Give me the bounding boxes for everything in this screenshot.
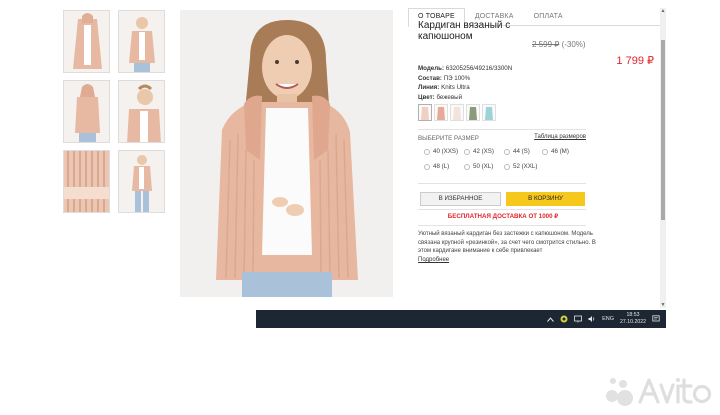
system-tray: ENG 18:53 27.10.2022 [546,310,660,328]
thumbnail-5[interactable] [63,150,110,213]
divider [418,225,586,226]
model-label: Модель: [418,65,445,72]
scrollbar-thumb[interactable] [661,40,665,220]
radio-icon [504,163,510,170]
divider [418,183,586,184]
color-swatch[interactable] [466,104,480,121]
model-value: 63205256/49216/3300N [445,65,513,72]
app-tray-icon[interactable] [560,315,568,323]
thumbnail-1[interactable] [63,10,110,73]
composition-value: ПЭ 100% [443,74,471,82]
size-label: 48 (L) [433,163,450,170]
radio-icon [464,148,470,155]
size-heading: ВЫБЕРИТЕ РАЗМЕР Таблица размеров [418,134,586,142]
discount-percent: (-30%) [561,40,586,49]
radio-icon [464,163,470,170]
screenshot-stage: О ТОВАРЕ ДОСТАВКА ОПЛАТА Кардиган вязаны… [0,0,720,415]
clock-time: 18:53 [626,312,640,318]
divider [418,209,586,210]
size-label: 52 (XXL) [513,163,538,170]
size-heading-text: ВЫБЕРИТЕ РАЗМЕР [418,135,479,142]
color-swatches [418,104,496,121]
color-swatch[interactable] [482,104,496,121]
language-indicator[interactable]: ENG [602,316,614,322]
thumbnail-3[interactable] [63,80,110,143]
size-label: 44 (S) [513,148,530,155]
color-swatch[interactable] [434,104,448,121]
thumbnail-2[interactable] [118,10,165,73]
size-label: 46 (M) [551,148,569,155]
size-label: 42 (XS) [473,148,494,155]
scroll-down-icon[interactable]: ▼ [660,302,666,308]
radio-icon [542,148,548,155]
size-option[interactable]: 40 (XXS) [424,148,458,155]
product-info-panel: О ТОВАРЕ ДОСТАВКА ОПЛАТА Кардиган вязаны… [408,8,660,308]
scroll-up-icon[interactable]: ▲ [660,8,666,14]
clock[interactable]: 18:53 27.10.2022 [620,312,646,326]
color-swatch[interactable] [418,104,432,121]
composition-label: Состав: [418,74,442,82]
add-to-cart-button[interactable]: В КОРЗИНУ [506,192,585,206]
network-icon[interactable] [574,315,583,323]
old-price: 2 599 ₽ (-30%) [532,40,586,49]
thumbnail-4[interactable] [118,80,165,143]
line-label: Линия: [418,84,440,92]
tab-payment[interactable]: ОПЛАТА [524,8,573,25]
radio-icon [424,148,430,155]
notifications-icon[interactable] [652,315,660,323]
current-price: 1 799 ₽ [616,55,654,67]
old-price-value: 2 599 ₽ [532,40,560,49]
size-option[interactable]: 48 (L) [424,163,449,170]
size-option[interactable]: 46 (M) [542,148,569,155]
color-swatch[interactable] [450,104,464,121]
product-description: Уютный вязаный кардиган без застежки с к… [418,231,596,255]
radio-icon [424,163,430,170]
size-label: 50 (XL) [473,163,494,170]
clock-date: 27.10.2022 [620,319,646,325]
size-option[interactable]: 44 (S) [504,148,530,155]
divider [418,129,586,130]
avito-watermark-logo [604,372,716,408]
size-option[interactable]: 42 (XS) [464,148,494,155]
taskbar: ENG 18:53 27.10.2022 [256,310,666,328]
line-value: Knits Ultra [441,84,470,92]
color-value: бежевый [436,93,463,101]
size-option[interactable]: 50 (XL) [464,163,493,170]
product-title: Кардиган вязаный с капюшоном [418,20,511,42]
main-product-photo[interactable] [180,10,393,297]
size-label: 40 (XXS) [433,148,459,155]
page-scrollbar[interactable]: ▲ ▼ [660,8,666,308]
radio-icon [504,148,510,155]
add-to-favorites-button[interactable]: В ИЗБРАННОЕ [420,192,501,206]
volume-icon[interactable] [588,315,596,323]
thumbnail-6[interactable] [118,150,165,213]
size-option[interactable]: 52 (XXL) [504,163,537,170]
free-shipping-note: БЕСПЛАТНАЯ ДОСТАВКА ОТ 1000 ₽ [447,213,559,220]
size-chart-link[interactable]: Таблица размеров [534,134,586,140]
read-more-link[interactable]: Подробнее [418,257,449,263]
color-label: Цвет: [418,93,435,101]
chevron-up-icon[interactable] [546,315,554,323]
product-meta: Модель: 63205256/49216/3300N Состав: ПЭ … [418,64,512,102]
